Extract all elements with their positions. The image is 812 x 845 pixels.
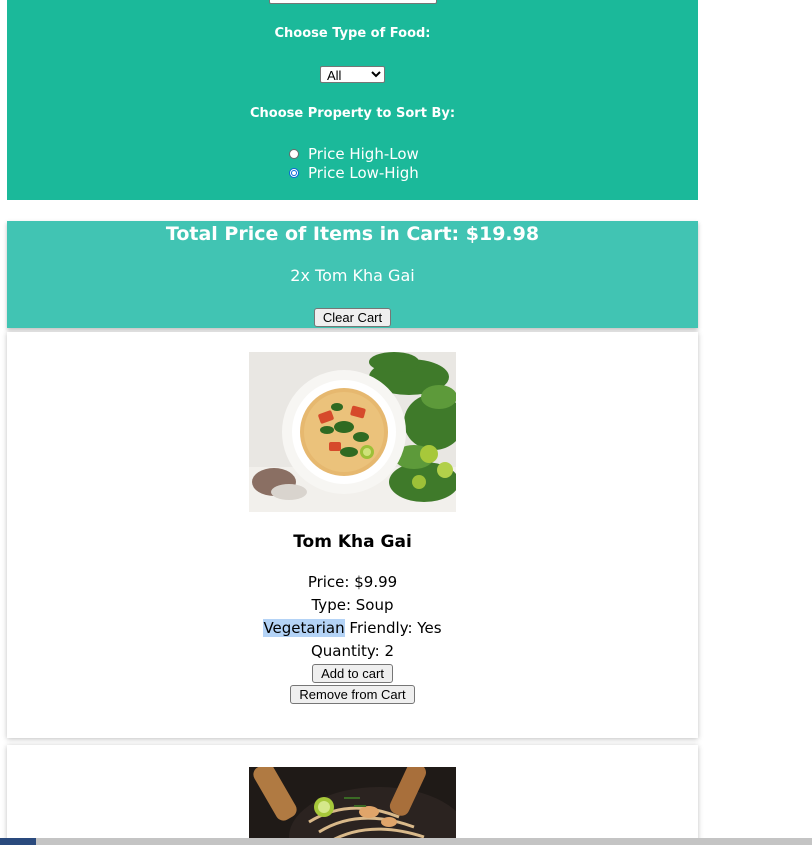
sort-option-high-low-label: Price High-Low [308,145,419,163]
sort-option-low-high[interactable]: Price Low-High [289,164,419,182]
food-type-label: Choose Type of Food: [274,26,431,41]
horizontal-scrollbar[interactable] [0,838,812,845]
filter-panel: Choose Type of Food: All Choose Property… [7,0,698,200]
food-vegetarian: Vegetarian Friendly: Yes [7,619,698,637]
food-quantity: Quantity: 2 [310,642,395,660]
vegetarian-value: Friendly: Yes [344,619,442,637]
food-card [7,745,698,845]
radio-low-high[interactable] [289,168,299,178]
food-image [249,767,456,845]
food-type: Type: Soup [311,596,394,614]
top-select-partial[interactable] [269,0,437,4]
cart-total: Total Price of Items in Cart: $19.98 [165,223,540,245]
selected-text: Vegetarian [263,619,345,637]
food-type-select[interactable]: All [320,66,385,83]
sort-option-high-low[interactable]: Price High-Low [289,145,419,163]
clear-cart-button[interactable]: Clear Cart [314,308,391,327]
taskbar-edge [0,838,36,845]
radio-high-low[interactable] [289,149,299,159]
page: Choose Type of Food: All Choose Property… [0,0,812,845]
sort-property-label: Choose Property to Sort By: [249,106,456,121]
remove-from-cart-button[interactable]: Remove from Cart [290,685,415,704]
food-card: Tom Kha Gai Price: $9.99 Type: Soup Vege… [7,332,698,738]
food-price: Price: $9.99 [307,573,398,591]
sort-option-low-high-label: Price Low-High [308,164,419,182]
food-image [249,352,456,512]
soup-bowl-image [249,352,456,512]
add-to-cart-button[interactable]: Add to cart [312,664,393,683]
cart-panel: Total Price of Items in Cart: $19.98 2x … [7,221,698,328]
cart-item: 2x Tom Kha Gai [290,266,415,285]
food-name: Tom Kha Gai [293,532,412,552]
noodle-pan-image [249,767,456,845]
